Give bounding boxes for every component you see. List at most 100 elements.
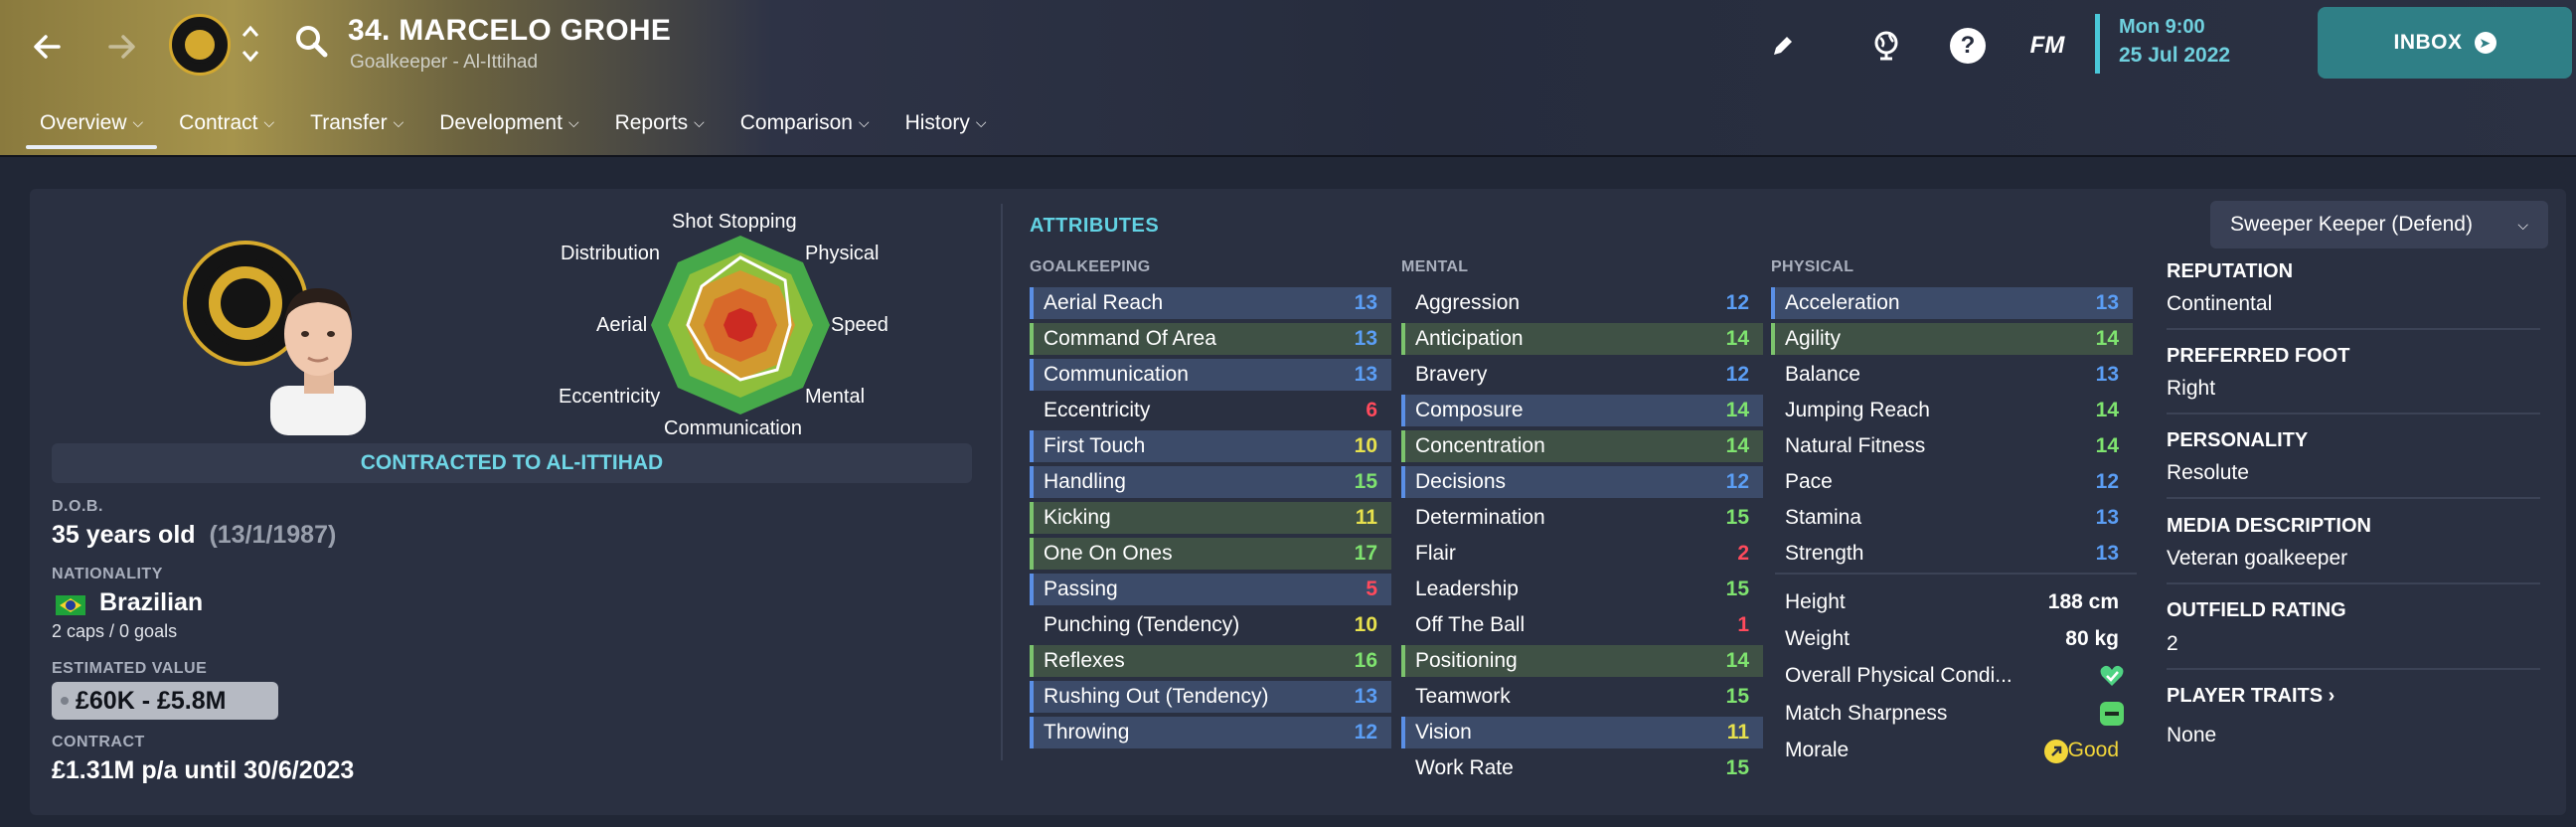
media-description-label: MEDIA DESCRIPTION [2167,515,2371,537]
attribute-row[interactable]: Vision 11 [1401,717,1763,748]
physical-divider [1775,573,2137,575]
attribute-row[interactable]: Positioning 14 [1401,645,1763,677]
attribute-row[interactable]: Handling 15 [1030,466,1391,498]
attribute-row[interactable]: Communication 13 [1030,359,1391,391]
back-arrow-icon[interactable] [22,22,72,72]
tab-overview[interactable]: Overview ⌵ [22,107,161,155]
attribute-row[interactable]: Teamwork 15 [1401,681,1763,713]
tab-development[interactable]: Development ⌵ [421,107,596,155]
forward-arrow-icon[interactable] [97,22,147,72]
attribute-row[interactable]: Determination 15 [1401,502,1763,534]
contract-label: CONTRACT [52,734,145,750]
nationality-label: NATIONALITY [52,566,163,582]
outfield-rating-value: 2 [2167,632,2178,655]
chevron-down-icon: ⌵ [975,114,987,130]
player-age: 35 years old (13/1/1987) [52,521,337,549]
inbox-button[interactable]: INBOX ➤ [2318,7,2572,79]
attribute-row[interactable]: Reflexes 16 [1030,645,1391,677]
attribute-row[interactable]: Agility 14 [1771,323,2133,355]
role-select[interactable]: Sweeper Keeper (Defend) ⌵ [2210,201,2548,248]
chevron-down-icon: ⌵ [393,114,404,130]
attribute-row[interactable]: Natural Fitness 14 [1771,430,2133,462]
attribute-row[interactable]: Pace 12 [1771,466,2133,498]
edit-pencil-icon[interactable] [1761,24,1805,68]
radar-label-physical: Physical [805,243,880,264]
chevron-down-icon: ⌵ [132,114,144,130]
attribute-row[interactable]: Concentration 14 [1401,430,1763,462]
divider [2167,582,2540,584]
attribute-row[interactable]: Passing 5 [1030,574,1391,605]
game-time: Mon 9:00 [2119,16,2205,38]
attribute-row[interactable]: Anticipation 14 [1401,323,1763,355]
tab-contract[interactable]: Contract ⌵ [161,107,292,155]
attribute-row[interactable]: Bravery 12 [1401,359,1763,391]
match-sharpness-row[interactable]: Match Sharpness [1771,698,2133,730]
club-badge-icon[interactable] [169,14,231,76]
attribute-row[interactable]: Kicking 11 [1030,502,1391,534]
attribute-row[interactable]: Jumping Reach 14 [1771,395,2133,426]
tab-history[interactable]: History ⌵ [887,107,1005,155]
outfield-rating-label: OUTFIELD RATING [2167,599,2346,621]
contract-status-banner[interactable]: CONTRACTED TO AL-ITTIHAD [52,443,972,483]
player-portrait [268,276,368,435]
estimated-value-badge[interactable]: £60K - £5.8M [52,682,278,720]
player-traits-link[interactable]: PLAYER TRAITS › [2167,685,2334,708]
player-traits-value: None [2167,724,2217,746]
divider [2167,413,2540,414]
radar-label-distribution: Distribution [561,243,661,264]
attributes-title: ATTRIBUTES [1030,215,1160,237]
attribute-row[interactable]: Leadership 15 [1401,574,1763,605]
heart-icon [2099,663,2125,689]
attribute-row[interactable]: First Touch 10 [1030,430,1391,462]
tab-comparison[interactable]: Comparison ⌵ [723,107,887,155]
game-date: 25 Jul 2022 [2119,44,2231,67]
radar-label-speed: Speed [831,314,888,336]
nationality-value[interactable]: Brazilian [99,588,203,617]
player-subtitle: Goalkeeper - Al-Ittihad [350,52,539,73]
personality-value: Resolute [2167,461,2249,484]
morale-row[interactable]: Morale Good [1771,735,2133,766]
attribute-row[interactable]: Throwing 12 [1030,717,1391,748]
divider [2167,497,2540,499]
tab-reports[interactable]: Reports ⌵ [597,107,723,155]
chevron-right-icon: › [2328,685,2335,707]
attribute-row[interactable]: Work Rate 15 [1401,752,1763,784]
radar-label-shot-stopping: Shot Stopping [672,211,797,233]
page-title: 34. MARCELO GROHE [348,14,672,47]
height-row: Height 188 cm [1785,590,2119,613]
attribute-row[interactable]: Eccentricity 6 [1030,395,1391,426]
attribute-row[interactable]: Stamina 13 [1771,502,2133,534]
divider [2167,328,2540,330]
personality-label: PERSONALITY [2167,429,2309,451]
attribute-row[interactable]: Rushing Out (Tendency) 13 [1030,681,1391,713]
estimated-value-label: ESTIMATED VALUE [52,660,208,677]
attribute-row[interactable]: Acceleration 13 [1771,287,2133,319]
help-icon[interactable]: ? [1946,24,1990,68]
attribute-row[interactable]: Decisions 12 [1401,466,1763,498]
search-icon[interactable] [294,24,334,64]
radar-label-aerial: Aerial [596,314,648,336]
attribute-row[interactable]: Flair 2 [1401,538,1763,570]
radar-label-mental: Mental [805,386,866,408]
physical-condition-row[interactable]: Overall Physical Condi... [1771,660,2133,692]
attribute-row[interactable]: Strength 13 [1771,538,2133,570]
attribute-row[interactable]: Composure 14 [1401,395,1763,426]
attribute-row[interactable]: Balance 13 [1771,359,2133,391]
attribute-row[interactable]: Command Of Area 13 [1030,323,1391,355]
chevron-down-icon: ⌵ [567,114,579,130]
weight-row: Weight 80 kg [1785,627,2119,650]
date-accent-bar [2095,14,2100,74]
player-switch-arrows-icon[interactable] [239,20,262,70]
fm-logo-icon[interactable]: FM [2025,24,2069,68]
tab-transfer[interactable]: Transfer ⌵ [292,107,421,155]
morale-icon [2043,739,2069,764]
attribute-row[interactable]: Off The Ball 1 [1401,609,1763,641]
attribute-row[interactable]: Aggression 12 [1401,287,1763,319]
attribute-row[interactable]: One On Ones 17 [1030,538,1391,570]
arrow-right-circle-icon: ➤ [2474,32,2496,54]
globe-icon[interactable] [1864,24,1908,68]
attribute-row[interactable]: Aerial Reach 13 [1030,287,1391,319]
contract-value: £1.31M p/a until 30/6/2023 [52,756,355,784]
attribute-row[interactable]: Punching (Tendency) 10 [1030,609,1391,641]
physical-heading: PHYSICAL [1771,258,1854,275]
